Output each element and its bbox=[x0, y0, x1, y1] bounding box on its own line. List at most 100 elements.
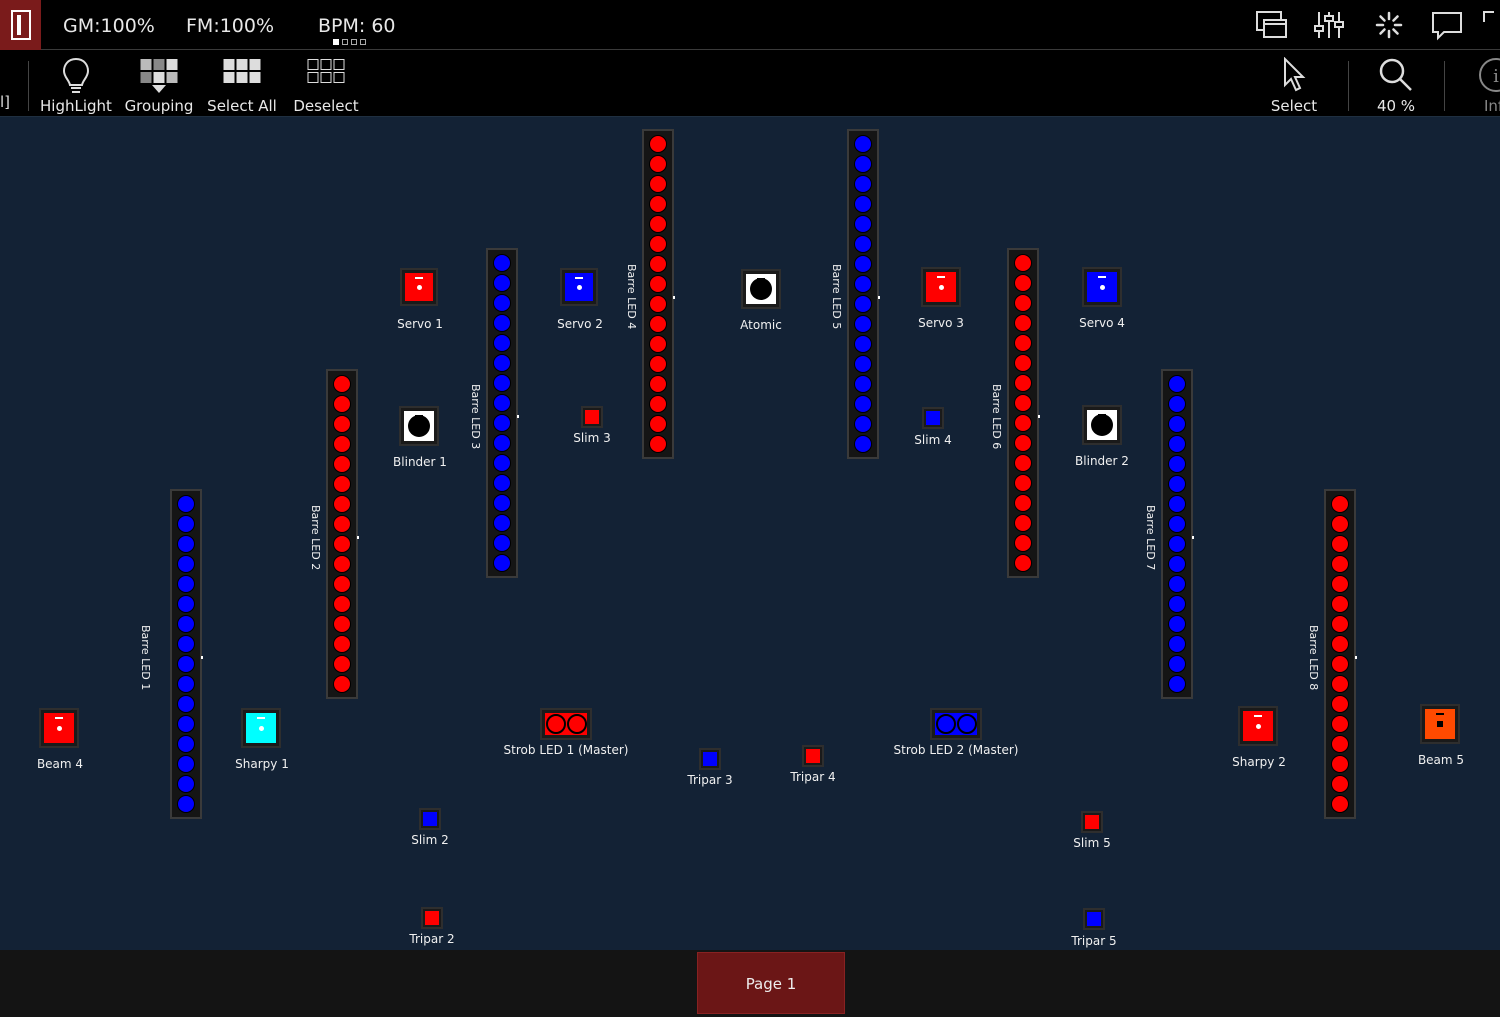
led-cell bbox=[493, 434, 511, 452]
fixture-color bbox=[1087, 272, 1117, 302]
fixture-lens bbox=[408, 415, 430, 437]
fixture-center-dot bbox=[259, 726, 264, 731]
barre-led-6[interactable] bbox=[1007, 248, 1040, 578]
fixture-color bbox=[1243, 711, 1273, 741]
fixture-orientation-mark bbox=[575, 277, 583, 279]
servo-2-label: Servo 2 bbox=[557, 317, 603, 331]
fixture-color bbox=[1087, 410, 1117, 440]
led-cell bbox=[177, 795, 195, 813]
select-all-button[interactable]: Select All bbox=[206, 55, 278, 115]
strob-led-1-fixture[interactable] bbox=[540, 708, 592, 740]
fixture-color bbox=[926, 411, 940, 425]
fixture-orientation-mark bbox=[937, 276, 945, 278]
led-cell bbox=[1168, 555, 1186, 573]
fixture-color bbox=[423, 812, 437, 826]
fixture-center-dot bbox=[57, 726, 62, 731]
fixture-plan-canvas[interactable]: Barre LED 1 Barre LED 2 Barre LED 3 Barr… bbox=[0, 117, 1500, 950]
highlight-button[interactable]: HighLight bbox=[40, 55, 112, 115]
page-1-tab[interactable]: Page 1 bbox=[697, 952, 845, 1014]
fixture-orientation-mark bbox=[1254, 715, 1262, 717]
beam-5-label: Beam 5 bbox=[1417, 753, 1465, 767]
fixture-orientation-mark bbox=[415, 277, 423, 279]
led-cell bbox=[649, 135, 667, 153]
tripar-3-label: Tripar 3 bbox=[687, 773, 733, 787]
barre-led-8[interactable] bbox=[1324, 489, 1357, 819]
fixture-lens bbox=[1437, 721, 1443, 727]
led-cell bbox=[854, 415, 872, 433]
grand-master-readout[interactable]: GM:100% bbox=[63, 15, 155, 37]
led-cell bbox=[1014, 274, 1032, 292]
led-cell bbox=[333, 615, 351, 633]
fixture-frame bbox=[560, 268, 598, 306]
led-cell bbox=[1168, 615, 1186, 633]
fixture-color bbox=[565, 273, 593, 301]
led-cell bbox=[177, 775, 195, 793]
servo-4-label: Servo 4 bbox=[1079, 316, 1125, 330]
led-cell bbox=[649, 315, 667, 333]
barre-led-3[interactable] bbox=[486, 248, 519, 578]
led-cell bbox=[1331, 575, 1349, 593]
led-cell bbox=[177, 515, 195, 533]
svg-text:i: i bbox=[1493, 66, 1499, 87]
led-cell bbox=[1168, 635, 1186, 653]
barre-led-2[interactable] bbox=[326, 369, 359, 699]
led-cell bbox=[1014, 254, 1032, 272]
led-cell bbox=[1168, 655, 1186, 673]
info-icon: i bbox=[1479, 58, 1500, 92]
windows-icon[interactable] bbox=[1255, 8, 1289, 42]
led-cell bbox=[177, 615, 195, 633]
fixture-frame bbox=[421, 907, 443, 929]
barre-led-3-label: Barre LED 3 bbox=[469, 384, 482, 450]
led-cell bbox=[1168, 415, 1186, 433]
deselect-button[interactable]: Deselect bbox=[290, 55, 362, 115]
slim-2-label: Slim 2 bbox=[411, 833, 449, 847]
select-tool-button[interactable]: Select bbox=[1260, 55, 1328, 115]
led-cell bbox=[1014, 454, 1032, 472]
grouping-button[interactable]: Grouping bbox=[123, 55, 195, 115]
led-cell bbox=[649, 255, 667, 273]
led-cell bbox=[333, 555, 351, 573]
expand-icon[interactable] bbox=[1480, 8, 1500, 42]
message-icon[interactable] bbox=[1430, 8, 1464, 42]
zoom-button[interactable]: 40 % bbox=[1362, 55, 1430, 115]
led-cell bbox=[649, 215, 667, 233]
blinder-2-label: Blinder 2 bbox=[1075, 454, 1129, 468]
barre-led-4[interactable] bbox=[642, 129, 675, 459]
led-cell bbox=[333, 675, 351, 693]
led-cell bbox=[493, 454, 511, 472]
led-cell bbox=[493, 394, 511, 412]
led-cell bbox=[854, 195, 872, 213]
fixture-color bbox=[1085, 815, 1099, 829]
fixture-color bbox=[746, 274, 776, 304]
barre-led-8-label: Barre LED 8 bbox=[1307, 625, 1320, 691]
page-1-label: Page 1 bbox=[745, 975, 797, 993]
toolbar: l] HighLight Grouping Select All Deselec… bbox=[0, 51, 1500, 117]
led-cell bbox=[854, 335, 872, 353]
barre-led-7[interactable] bbox=[1161, 369, 1194, 699]
faders-icon[interactable] bbox=[1312, 8, 1346, 42]
beam-4-label: Beam 4 bbox=[36, 757, 84, 771]
led-cell bbox=[493, 354, 511, 372]
barre-led-1[interactable] bbox=[170, 489, 203, 819]
led-cell bbox=[177, 735, 195, 753]
fixture-frame bbox=[581, 406, 603, 428]
led-cell bbox=[493, 414, 511, 432]
strob-led-1-label: Strob LED 1 (Master) bbox=[503, 743, 629, 757]
barre-led-5[interactable] bbox=[847, 129, 880, 459]
led-cell bbox=[493, 254, 511, 272]
info-button[interactable]: i Inf bbox=[1470, 55, 1500, 113]
led-cell bbox=[649, 395, 667, 413]
barre-led-7-label: Barre LED 7 bbox=[1144, 505, 1157, 571]
strob-led-2-fixture[interactable] bbox=[930, 708, 982, 740]
flash-master-readout[interactable]: FM:100% bbox=[186, 15, 274, 37]
truncated-tool-label[interactable]: l] bbox=[0, 93, 10, 111]
status-bar: GM:100% FM:100% BPM: 60 bbox=[0, 0, 1500, 50]
barre-led-5-label: Barre LED 5 bbox=[830, 264, 843, 330]
app-logo-button[interactable] bbox=[0, 0, 41, 50]
bpm-readout[interactable]: BPM: 60 bbox=[318, 15, 396, 37]
led-cell bbox=[333, 635, 351, 653]
loading-spinner-icon[interactable] bbox=[1372, 8, 1406, 42]
fixture-frame bbox=[1081, 811, 1103, 833]
led-cell bbox=[649, 155, 667, 173]
led-cell bbox=[649, 295, 667, 313]
